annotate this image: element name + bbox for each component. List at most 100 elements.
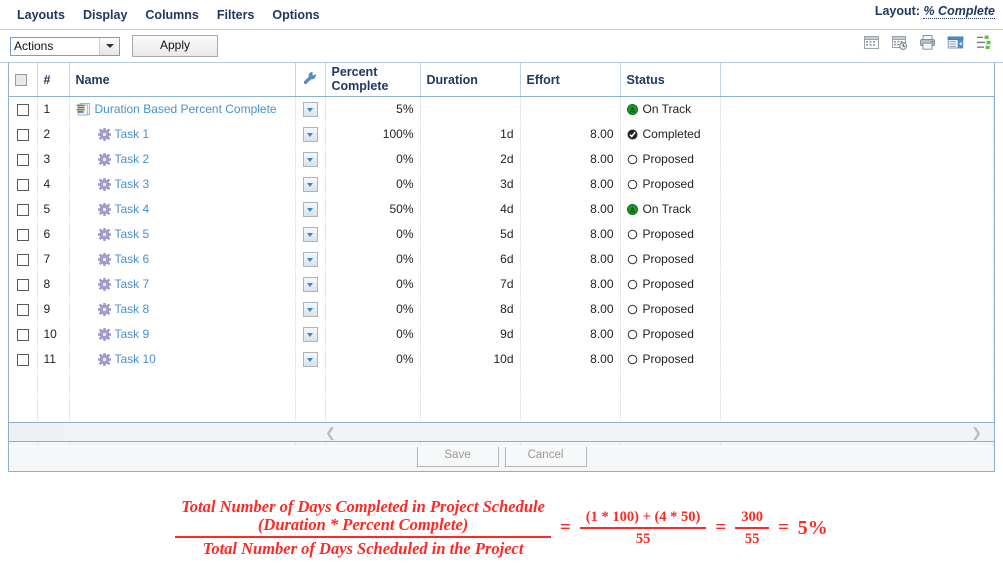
row-name-link[interactable]: Task 8 — [115, 302, 150, 316]
row-percent-complete[interactable]: 0% — [325, 146, 421, 172]
row-effort[interactable]: 8.00 — [520, 271, 621, 297]
row-menu-dropdown[interactable] — [302, 226, 318, 242]
row-duration[interactable]: 8d — [420, 296, 521, 322]
table-row[interactable]: 8 Task 7 0% 7d 8.00 Proposed — [9, 271, 994, 297]
row-duration[interactable] — [420, 96, 521, 122]
row-effort[interactable] — [520, 96, 621, 122]
table-row[interactable]: 7 Task 6 0% 6d 8.00 Proposed — [9, 246, 994, 272]
row-effort[interactable]: 8.00 — [520, 346, 621, 372]
row-effort[interactable]: 8.00 — [520, 171, 621, 197]
row-checkbox[interactable] — [16, 128, 29, 141]
row-checkbox[interactable] — [16, 328, 29, 341]
table-row[interactable]: 1 Duration Based Percent Complete 5% On Tra… — [9, 96, 994, 122]
row-effort[interactable]: 8.00 — [520, 121, 621, 147]
row-menu-dropdown[interactable] — [302, 101, 318, 117]
effort-header[interactable]: Effort — [520, 63, 621, 97]
row-checkbox[interactable] — [16, 303, 29, 316]
wrench-icon[interactable] — [303, 71, 317, 85]
row-duration[interactable]: 9d — [420, 321, 521, 347]
menu-item-display[interactable]: Display — [74, 8, 136, 22]
row-menu-dropdown[interactable] — [302, 176, 318, 192]
actions-select[interactable]: Actions — [10, 36, 120, 56]
layout-current-value[interactable]: % Complete — [923, 4, 995, 19]
row-name-link[interactable]: Task 1 — [115, 127, 150, 141]
menu-item-columns[interactable]: Columns — [136, 8, 207, 22]
table-row[interactable]: 5 Task 4 50% 4d 8.00 On Track — [9, 196, 994, 222]
scroll-left-icon[interactable]: ❮ — [325, 425, 336, 440]
table-row[interactable]: 9 Task 8 0% 8d 8.00 Proposed — [9, 296, 994, 322]
table-row[interactable]: 4 Task 3 0% 3d 8.00 Proposed — [9, 171, 994, 197]
row-duration[interactable]: 4d — [420, 196, 521, 222]
apply-button[interactable]: Apply — [132, 35, 218, 57]
row-status[interactable]: On Track — [620, 96, 721, 122]
row-menu-dropdown[interactable] — [302, 276, 318, 292]
row-effort[interactable]: 8.00 — [520, 146, 621, 172]
row-effort[interactable]: 8.00 — [520, 196, 621, 222]
row-name-link[interactable]: Task 3 — [115, 177, 150, 191]
row-percent-complete[interactable]: 0% — [325, 321, 421, 347]
row-status[interactable]: Proposed — [620, 346, 721, 372]
index-header[interactable]: # — [37, 63, 70, 97]
row-duration[interactable]: 3d — [420, 171, 521, 197]
row-effort[interactable]: 8.00 — [520, 246, 621, 272]
menu-item-filters[interactable]: Filters — [208, 8, 264, 22]
outline-list-icon[interactable] — [975, 34, 992, 51]
row-checkbox[interactable] — [16, 153, 29, 166]
row-status[interactable]: Proposed — [620, 246, 721, 272]
grid-columns-icon[interactable] — [947, 34, 964, 51]
row-status[interactable]: Proposed — [620, 321, 721, 347]
save-button[interactable]: Save — [416, 446, 499, 467]
row-duration[interactable]: 5d — [420, 221, 521, 247]
row-effort[interactable]: 8.00 — [520, 221, 621, 247]
row-effort[interactable]: 8.00 — [520, 321, 621, 347]
table-row[interactable]: 6 Task 5 0% 5d 8.00 Proposed — [9, 221, 994, 247]
menu-item-options[interactable]: Options — [263, 8, 328, 22]
row-status[interactable]: Proposed — [620, 171, 721, 197]
row-duration[interactable]: 10d — [420, 346, 521, 372]
row-name-link[interactable]: Task 5 — [115, 227, 150, 241]
row-menu-dropdown[interactable] — [302, 326, 318, 342]
row-effort[interactable]: 8.00 — [520, 296, 621, 322]
print-icon[interactable] — [919, 34, 936, 51]
row-name-link[interactable]: Task 7 — [115, 277, 150, 291]
row-checkbox[interactable] — [16, 178, 29, 191]
table-row[interactable]: 10 Task 9 0% 9d 8.00 Proposed — [9, 321, 994, 347]
cancel-button[interactable]: Cancel — [504, 446, 587, 467]
row-menu-dropdown[interactable] — [302, 126, 318, 142]
row-menu-dropdown[interactable] — [302, 251, 318, 267]
row-name-link[interactable]: Task 6 — [115, 252, 150, 266]
row-percent-complete[interactable]: 50% — [325, 196, 421, 222]
row-checkbox[interactable] — [16, 278, 29, 291]
row-name-link[interactable]: Task 2 — [115, 152, 150, 166]
row-percent-complete[interactable]: 0% — [325, 171, 421, 197]
row-percent-complete[interactable]: 0% — [325, 221, 421, 247]
row-name-link[interactable]: Task 9 — [115, 327, 150, 341]
chevron-down-icon[interactable] — [100, 37, 119, 55]
row-duration[interactable]: 1d — [420, 121, 521, 147]
row-percent-complete[interactable]: 0% — [325, 246, 421, 272]
row-checkbox[interactable] — [16, 353, 29, 366]
scrollbar-track[interactable] — [64, 423, 994, 441]
grid-export-icon[interactable] — [863, 34, 880, 51]
row-status[interactable]: Proposed — [620, 296, 721, 322]
row-name-link[interactable]: Task 10 — [115, 352, 156, 366]
row-duration[interactable]: 7d — [420, 271, 521, 297]
horizontal-scrollbar[interactable]: ❮ ❯ — [8, 422, 995, 442]
row-percent-complete[interactable]: 0% — [325, 296, 421, 322]
grid-schedule-icon[interactable] — [891, 34, 908, 51]
row-duration[interactable]: 2d — [420, 146, 521, 172]
duration-header[interactable]: Duration — [420, 63, 521, 97]
row-name-link[interactable]: Task 4 — [115, 202, 150, 216]
table-row[interactable]: 3 Task 2 0% 2d 8.00 Proposed — [9, 146, 994, 172]
scroll-right-icon[interactable]: ❯ — [971, 425, 982, 440]
percent-complete-header[interactable]: Percent Complete — [325, 63, 421, 97]
row-status[interactable]: Proposed — [620, 146, 721, 172]
row-checkbox[interactable] — [16, 103, 29, 116]
row-name-link[interactable]: Duration Based Percent Complete — [95, 102, 277, 116]
table-row[interactable]: 2 Task 1 100% 1d 8.00 Completed — [9, 121, 994, 147]
row-checkbox[interactable] — [16, 253, 29, 266]
row-menu-dropdown[interactable] — [302, 201, 318, 217]
row-checkbox[interactable] — [16, 228, 29, 241]
row-menu-dropdown[interactable] — [302, 151, 318, 167]
row-menu-dropdown[interactable] — [302, 351, 318, 367]
